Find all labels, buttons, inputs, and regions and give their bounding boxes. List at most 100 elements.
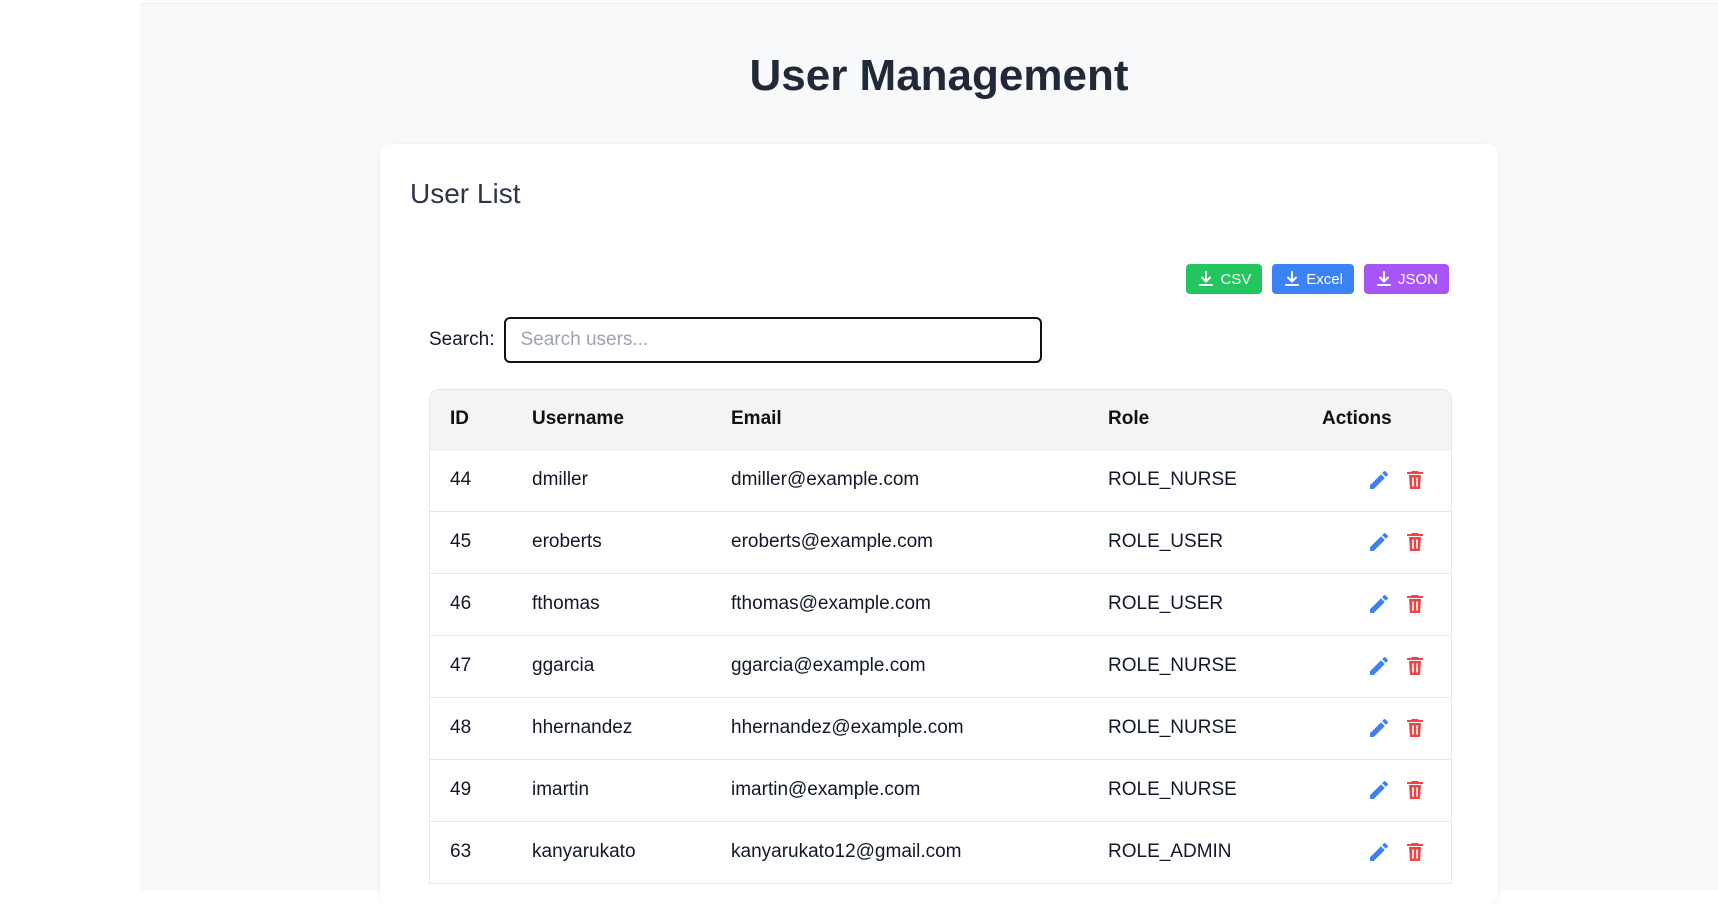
row-actions xyxy=(1322,698,1451,759)
cell-id: 48 xyxy=(450,717,472,738)
cell-username: dmiller xyxy=(532,469,588,490)
edit-button[interactable] xyxy=(1367,778,1391,802)
download-icon xyxy=(1284,271,1300,287)
trash-icon xyxy=(1403,468,1427,492)
cell-email: ggarcia@example.com xyxy=(731,655,926,676)
cell-username: ggarcia xyxy=(532,655,595,676)
cell-id: 47 xyxy=(450,655,472,676)
cell-role: ROLE_NURSE xyxy=(1108,779,1237,800)
table-row: 45 eroberts eroberts@example.com ROLE_USER xyxy=(430,511,1451,573)
table-body: 44 dmiller dmiller@example.com ROLE_NURSE 45… xyxy=(430,449,1451,883)
cell-id: 44 xyxy=(450,469,472,490)
export-excel-button[interactable]: Excel xyxy=(1272,264,1354,294)
edit-button[interactable] xyxy=(1367,840,1391,864)
cell-actions xyxy=(1302,449,1451,511)
header-id: ID xyxy=(450,408,469,430)
cell-email: dmiller@example.com xyxy=(731,469,920,490)
row-actions xyxy=(1322,760,1451,821)
cell-id: 46 xyxy=(450,593,472,614)
delete-button[interactable] xyxy=(1403,778,1427,802)
cell-username: fthomas xyxy=(532,593,600,614)
cell-actions xyxy=(1302,697,1451,759)
search-row: Search: xyxy=(429,317,1043,363)
search-input[interactable] xyxy=(504,317,1043,363)
export-toolbar: CSV Excel JSON xyxy=(1186,264,1449,294)
trash-icon xyxy=(1403,840,1427,864)
users-table-wrapper: ID Username Email Role Actions 44 dmiller… xyxy=(429,389,1452,884)
trash-icon xyxy=(1403,778,1427,802)
download-icon xyxy=(1198,271,1214,287)
cell-actions xyxy=(1302,573,1451,635)
main-content: User Management User List CSV Excel JSON xyxy=(140,3,1718,904)
pencil-icon xyxy=(1367,716,1391,740)
trash-icon xyxy=(1403,592,1427,616)
row-actions xyxy=(1322,450,1451,511)
cell-actions xyxy=(1302,759,1451,821)
header-username: Username xyxy=(532,408,624,430)
trash-icon xyxy=(1403,716,1427,740)
cell-role: ROLE_NURSE xyxy=(1108,469,1237,490)
cell-actions xyxy=(1302,511,1451,573)
export-csv-button[interactable]: CSV xyxy=(1186,264,1263,294)
cell-email: eroberts@example.com xyxy=(731,531,933,552)
cell-email: kanyarukato12@gmail.com xyxy=(731,841,962,862)
delete-button[interactable] xyxy=(1403,654,1427,678)
cell-username: eroberts xyxy=(532,531,602,552)
export-json-button[interactable]: JSON xyxy=(1363,264,1449,294)
cell-actions xyxy=(1302,821,1451,883)
pencil-icon xyxy=(1367,592,1391,616)
delete-button[interactable] xyxy=(1403,840,1427,864)
delete-button[interactable] xyxy=(1403,468,1427,492)
row-actions xyxy=(1322,636,1451,697)
cell-role: ROLE_USER xyxy=(1108,531,1224,552)
edit-button[interactable] xyxy=(1367,468,1391,492)
cell-email: imartin@example.com xyxy=(731,779,921,800)
edit-button[interactable] xyxy=(1367,716,1391,740)
table-row: 46 fthomas fthomas@example.com ROLE_USER xyxy=(430,573,1451,635)
users-table: ID Username Email Role Actions 44 dmiller… xyxy=(430,390,1451,883)
cell-username: hhernandez xyxy=(532,717,633,738)
row-actions xyxy=(1322,574,1451,635)
pencil-icon xyxy=(1367,840,1391,864)
table-row: 44 dmiller dmiller@example.com ROLE_NURSE xyxy=(430,449,1451,511)
table-row: 48 hhernandez hhernandez@example.com ROLE_N… xyxy=(430,697,1451,759)
pencil-icon xyxy=(1367,530,1391,554)
cell-email: fthomas@example.com xyxy=(731,593,931,614)
delete-button[interactable] xyxy=(1403,592,1427,616)
export-excel-label: Excel xyxy=(1306,270,1343,288)
card-title: User List xyxy=(410,178,521,209)
header-email: Email xyxy=(731,408,782,430)
edit-button[interactable] xyxy=(1367,592,1391,616)
table-header: ID Username Email Role Actions xyxy=(430,390,1451,449)
pencil-icon xyxy=(1367,654,1391,678)
trash-icon xyxy=(1403,654,1427,678)
row-actions xyxy=(1322,512,1451,573)
user-list-card: User List CSV Excel JSON Search: Search … xyxy=(380,144,1498,904)
download-icon xyxy=(1376,271,1392,287)
left-blank-area xyxy=(0,0,140,890)
edit-button[interactable] xyxy=(1367,654,1391,678)
pencil-icon xyxy=(1367,778,1391,802)
cell-id: 49 xyxy=(450,779,472,800)
export-json-label: JSON xyxy=(1397,270,1438,288)
edit-button[interactable] xyxy=(1367,530,1391,554)
page-title: User Management xyxy=(749,51,1129,100)
cell-role: ROLE_NURSE xyxy=(1108,655,1237,676)
header-role: Role xyxy=(1108,408,1150,430)
cell-username: kanyarukato xyxy=(532,841,636,862)
table-row: 63 kanyarukato kanyarukato12@gmail.com ROLE… xyxy=(430,821,1451,883)
cell-role: ROLE_ADMIN xyxy=(1108,841,1232,862)
header-actions: Actions xyxy=(1322,408,1392,430)
trash-icon xyxy=(1403,530,1427,554)
table-row: 47 ggarcia ggarcia@example.com ROLE_NURSE xyxy=(430,635,1451,697)
delete-button[interactable] xyxy=(1403,716,1427,740)
cell-email: hhernandez@example.com xyxy=(731,717,964,738)
delete-button[interactable] xyxy=(1403,530,1427,554)
cell-username: imartin xyxy=(532,779,590,800)
export-csv-label: CSV xyxy=(1220,270,1252,288)
cell-role: ROLE_USER xyxy=(1108,593,1224,614)
cell-actions xyxy=(1302,635,1451,697)
cell-id: 63 xyxy=(450,841,472,862)
search-label: Search: xyxy=(429,329,495,350)
pencil-icon xyxy=(1367,468,1391,492)
